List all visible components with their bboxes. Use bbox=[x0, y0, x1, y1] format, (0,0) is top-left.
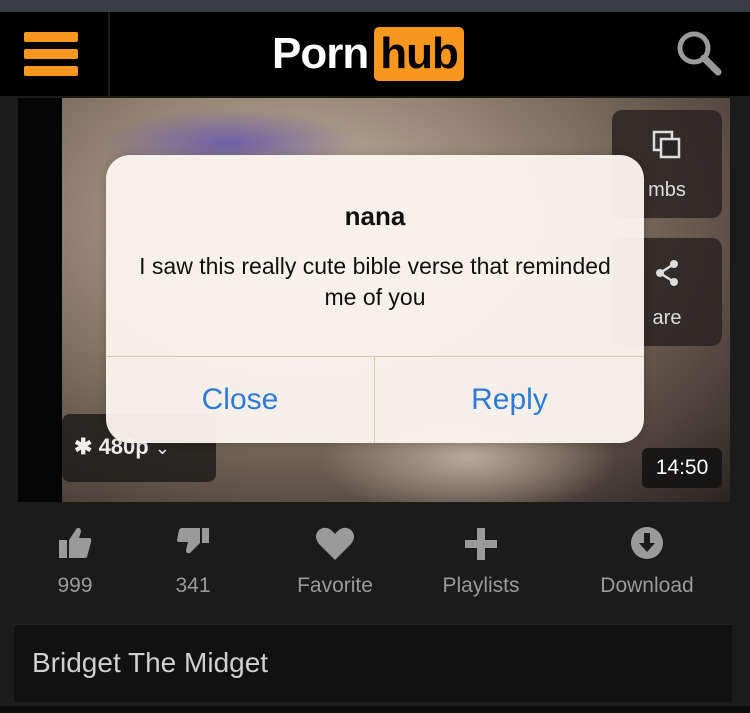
alert-message: I saw this really cute bible verse that … bbox=[139, 253, 611, 310]
thumbs-up-icon bbox=[59, 527, 92, 558]
notification-alert: nana I saw this really cute bible verse … bbox=[106, 155, 644, 443]
video-left-bar bbox=[18, 98, 62, 502]
menu-button[interactable] bbox=[0, 12, 110, 96]
download-label: Download bbox=[600, 574, 694, 597]
like-button[interactable]: 999 bbox=[30, 504, 120, 622]
heart-icon bbox=[316, 527, 354, 560]
favorite-button[interactable]: Favorite bbox=[280, 504, 390, 622]
close-button[interactable]: Close bbox=[106, 357, 374, 443]
thumbs-down-icon bbox=[177, 528, 209, 554]
hamburger-icon bbox=[24, 32, 78, 42]
reply-button[interactable]: Reply bbox=[375, 357, 644, 443]
hamburger-icon-bar bbox=[24, 49, 78, 59]
playlists-button[interactable]: Playlists bbox=[426, 504, 536, 622]
like-count: 999 bbox=[57, 574, 93, 597]
logo-text-part2: hub bbox=[374, 27, 464, 81]
plus-icon bbox=[465, 528, 497, 560]
top-header: Porn hub bbox=[0, 12, 750, 96]
video-title-box: Bridget The Midget bbox=[14, 624, 732, 702]
alert-title: nana bbox=[344, 201, 406, 231]
share-icon bbox=[656, 260, 678, 286]
video-duration: 14:50 bbox=[642, 448, 722, 488]
search-icon bbox=[677, 31, 722, 76]
status-strip bbox=[0, 0, 750, 12]
thumbnails-icon bbox=[652, 130, 681, 159]
search-button[interactable] bbox=[670, 22, 730, 82]
dislike-count: 341 bbox=[175, 574, 211, 597]
hamburger-icon-bar bbox=[24, 66, 78, 76]
site-logo[interactable]: Porn hub bbox=[272, 26, 464, 82]
playlists-label: Playlists bbox=[442, 574, 520, 597]
download-button[interactable]: Download bbox=[584, 504, 710, 622]
gear-icon: ✱ bbox=[74, 434, 93, 459]
video-title[interactable]: Bridget The Midget bbox=[32, 647, 268, 679]
bottom-edge bbox=[0, 706, 750, 713]
favorite-label: Favorite bbox=[297, 574, 373, 597]
download-icon bbox=[631, 527, 663, 559]
video-actions-bar: 999 341 Favorite Playlists Download bbox=[0, 504, 750, 622]
logo-text-part1: Porn bbox=[272, 29, 369, 78]
dislike-button[interactable]: 341 bbox=[148, 504, 238, 622]
